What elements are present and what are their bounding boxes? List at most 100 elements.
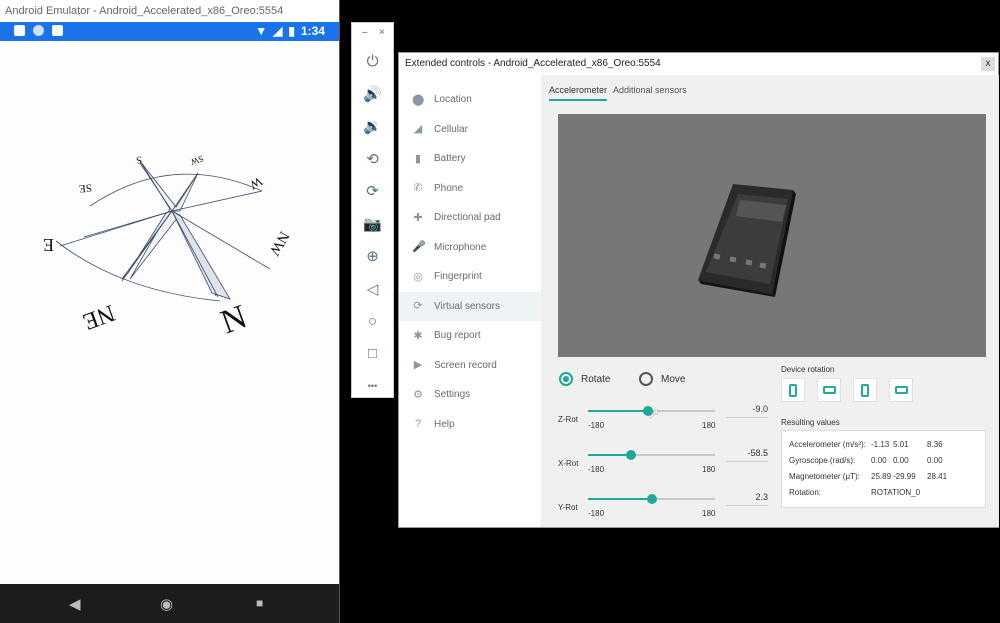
- zrot-slider[interactable]: [588, 406, 715, 416]
- phone-icon: ✆: [413, 182, 423, 194]
- notification-sd-icon: [52, 25, 63, 36]
- zrot-slider-thumb[interactable]: [643, 406, 654, 416]
- move-radio[interactable]: Move: [639, 372, 719, 386]
- rotate-left-button[interactable]: ⟲: [352, 143, 393, 176]
- device-rotation-buttons: [781, 378, 913, 402]
- yrot-max-label: 180: [702, 509, 716, 518]
- move-radio-circle: [639, 372, 653, 386]
- result-value: 25.89: [871, 472, 892, 481]
- tab-accelerometer[interactable]: Accelerometer: [549, 85, 608, 101]
- nav-back-icon[interactable]: ◀: [69, 595, 81, 613]
- xrot-slider-thumb[interactable]: [625, 450, 636, 460]
- emulator-title: Android Emulator - Android_Accelerated_x…: [0, 0, 340, 22]
- move-radio-label: Move: [661, 373, 686, 385]
- back-button[interactable]: ◁: [352, 273, 393, 306]
- toolbar-minimize-button[interactable]: –: [362, 27, 368, 38]
- xrot-slider-group: X-Rot -180 180 -58.5: [558, 448, 773, 489]
- video-icon: ▶: [413, 359, 423, 371]
- phone-screen[interactable]: N NE E SE S SW W NW: [0, 41, 339, 584]
- zoom-icon: ⊕: [366, 248, 379, 266]
- sidebar-item-label: Microphone: [434, 241, 487, 253]
- zrot-max-label: 180: [702, 421, 716, 430]
- power-icon: ⏻: [366, 52, 379, 70]
- compass-w: W: [246, 174, 265, 193]
- sidebar-item-phone[interactable]: ✆ Phone: [399, 174, 541, 203]
- yrot-slider-fill: [588, 498, 653, 500]
- emulator-divider: [339, 0, 340, 623]
- tab-additional-sensors[interactable]: Additional sensors: [613, 85, 687, 101]
- device-3d-viewport[interactable]: [558, 114, 986, 357]
- volume-down-button[interactable]: 🔉: [352, 110, 393, 143]
- rotation-portrait-button[interactable]: [781, 378, 805, 402]
- yrot-value-field[interactable]: 2.3: [726, 492, 768, 506]
- zoom-button[interactable]: ⊕: [352, 240, 393, 273]
- sidebar-item-settings[interactable]: ⚙ Settings: [399, 380, 541, 409]
- device-3d-model: [698, 184, 796, 297]
- fingerprint-icon: ◎: [413, 270, 423, 283]
- zrot-value-field[interactable]: -9.0: [726, 404, 768, 418]
- extended-sidebar: ⬤ Location ◢ Cellular ▮ Battery ✆ Phone ✚ Directi…: [399, 75, 541, 527]
- more-button[interactable]: •••: [352, 370, 393, 403]
- result-value: -1.13: [871, 440, 890, 449]
- nav-recents-icon[interactable]: ■: [256, 596, 263, 610]
- sidebar-item-microphone[interactable]: 🎤 Microphone: [399, 233, 541, 262]
- rotation-landscape-button[interactable]: [817, 378, 841, 402]
- portrait-phone-icon: [789, 383, 797, 397]
- sidebar-item-label: Location: [434, 94, 472, 105]
- back-icon: ◁: [366, 280, 379, 298]
- compass-n: N: [216, 298, 252, 341]
- xrot-slider-fill: [588, 454, 631, 456]
- rotate-right-icon: ⟳: [366, 183, 379, 201]
- xrot-value-field[interactable]: -58.5: [726, 448, 768, 462]
- compass-e: E: [43, 235, 54, 255]
- rotate-right-button[interactable]: ⟳: [352, 175, 393, 208]
- compass-nw: NW: [265, 228, 292, 258]
- emulator-toolbar: – × ⏻ 🔊 🔉 ⟲ ⟳ 📷 ⊕ ◁ ○ □ •••: [351, 22, 394, 398]
- compass-se: SE: [78, 181, 92, 194]
- power-button[interactable]: ⏻: [352, 45, 393, 78]
- sidebar-item-battery[interactable]: ▮ Battery: [399, 144, 541, 173]
- camera-icon: 📷: [363, 215, 382, 233]
- xrot-label: X-Rot: [558, 459, 579, 468]
- sidebar-item-directional-pad[interactable]: ✚ Directional pad: [399, 203, 541, 232]
- toolbar-close-button[interactable]: ×: [379, 27, 385, 38]
- nav-home-icon[interactable]: ◉: [160, 595, 173, 613]
- sidebar-item-virtual-sensors[interactable]: ⟳ Virtual sensors: [399, 291, 541, 321]
- notification-circle-icon: [33, 25, 44, 36]
- landscape-phone-icon: [822, 386, 836, 394]
- rotate-radio[interactable]: Rotate: [559, 372, 639, 386]
- overview-button[interactable]: □: [352, 338, 393, 371]
- sidebar-item-fingerprint[interactable]: ◎ Fingerprint: [399, 262, 541, 291]
- sidebar-item-help[interactable]: ? Help: [399, 410, 541, 439]
- sidebar-item-label: Virtual sensors: [434, 300, 500, 312]
- rotation-reverse-portrait-button[interactable]: [853, 378, 877, 402]
- zrot-slider-fill: [588, 410, 649, 412]
- result-value: -29.99: [893, 472, 916, 481]
- volume-up-icon: 🔊: [363, 85, 382, 103]
- sidebar-item-cellular[interactable]: ◢ Cellular: [399, 115, 541, 144]
- sidebar-item-label: Phone: [434, 182, 463, 194]
- sidebar-item-bug-report[interactable]: ✱ Bug report: [399, 321, 541, 350]
- virtual-sensors-icon: ⟳: [413, 300, 423, 312]
- yrot-slider[interactable]: [588, 494, 715, 504]
- camera-button[interactable]: 📷: [352, 208, 393, 241]
- compass-rose: N NE E SE S SW W NW: [43, 153, 292, 341]
- sidebar-item-label: Battery: [434, 153, 466, 164]
- sensor-tabs: Accelerometer Additional sensors: [549, 85, 687, 101]
- home-button[interactable]: ○: [352, 305, 393, 338]
- result-label: Accelerometer (m/s²):: [789, 440, 866, 449]
- yrot-slider-thumb[interactable]: [647, 494, 658, 504]
- sidebar-item-location[interactable]: ⬤ Location: [399, 85, 541, 114]
- rotation-reverse-landscape-button[interactable]: [889, 378, 913, 402]
- extended-controls-close-button[interactable]: x: [981, 57, 995, 71]
- xrot-slider[interactable]: [588, 450, 715, 460]
- yrot-min-label: -180: [588, 509, 605, 518]
- result-value: 0.00: [893, 456, 909, 465]
- result-label: Gyroscope (rad/s):: [789, 456, 856, 465]
- sidebar-item-screen-record[interactable]: ▶ Screen record: [399, 351, 541, 380]
- xrot-max-label: 180: [702, 465, 716, 474]
- zrot-slider-group: Z-Rot -180 180 -9.0: [558, 404, 773, 445]
- compass-s: S: [135, 153, 142, 165]
- bug-icon: ✱: [413, 329, 423, 342]
- volume-up-button[interactable]: 🔊: [352, 78, 393, 111]
